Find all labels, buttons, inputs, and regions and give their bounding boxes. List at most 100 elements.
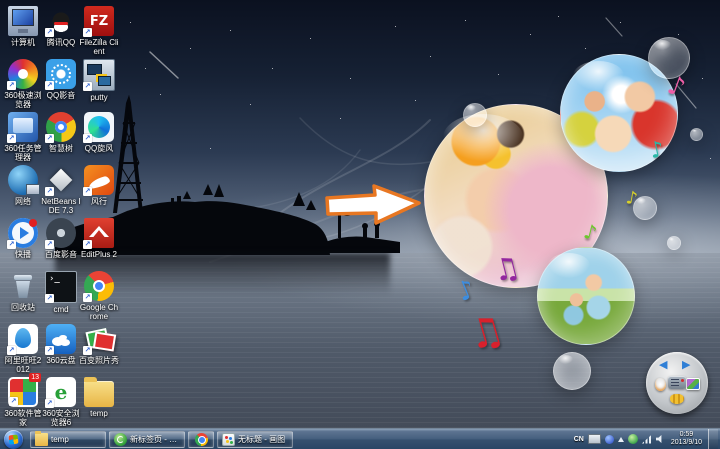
icon-label: cmd [41, 305, 81, 314]
gallery-icon[interactable] [686, 378, 700, 390]
shortcut-arrow-icon: ↗ [45, 240, 54, 249]
wangwang-icon: ↗ [8, 324, 38, 354]
task-manager-icon: ↗ [8, 112, 38, 142]
cmd-icon: ↗ [45, 271, 77, 303]
icon-label: 百变照片秀 [79, 356, 119, 365]
desktop-icon-chrome[interactable]: ↗Google Chrome [81, 271, 117, 321]
shortcut-arrow-icon: ↗ [7, 346, 16, 355]
taskbar-button-se360-small[interactable]: 新标签页 - 360安... [109, 431, 185, 448]
qq-icon: ↗ [46, 6, 76, 36]
filezilla-icon: ↗ [84, 6, 114, 36]
icon-label: 回收站 [3, 303, 43, 312]
icon-label: putty [79, 93, 119, 102]
shortcut-arrow-icon: ↗ [83, 240, 92, 249]
previous-arrow-icon[interactable]: ◀ [659, 360, 667, 371]
start-button[interactable] [4, 430, 23, 449]
desktop-icon-cmd[interactable]: ↗ cmd [43, 271, 79, 314]
shortcut-arrow-icon: ↗ [7, 134, 16, 143]
desktop-icon-photo-show[interactable]: ↗百变照片秀 [81, 324, 117, 365]
desktop-icon-folder[interactable]: temp [81, 377, 117, 418]
im-icon[interactable] [605, 435, 614, 444]
tray-clock[interactable]: 0:59 2013/9/10 [671, 431, 702, 447]
system-tray: CN 0:59 2013/9/10 [574, 429, 720, 449]
icon-label: 智慧树 [41, 144, 81, 153]
keyboard-icon[interactable] [588, 434, 601, 444]
shortcut-arrow-icon: ↗ [45, 187, 54, 196]
desktop-icon-qq-xuanfeng[interactable]: ↗QQ旋风 [81, 112, 117, 153]
chrome-icon: ↗ [84, 271, 114, 301]
desktop-icon-computer[interactable]: 计算机 [5, 6, 41, 47]
icon-label: 快播 [3, 250, 43, 259]
shortcut-arrow-icon: ↗ [45, 346, 54, 355]
desktop-icon-task-manager[interactable]: ↗360任务管理器 [5, 112, 41, 162]
taskbar-button-paint-small[interactable]: 无标题 - 画图 [217, 431, 293, 448]
icon-label: NetBeans IDE 7.3 [41, 197, 81, 215]
qvod-icon: ↗ [8, 218, 38, 248]
icon-label: QQ影音 [41, 91, 81, 100]
desktop-icon-zhihuishu[interactable]: ↗智慧树 [43, 112, 79, 153]
desktop-icon-cloud-360[interactable]: ↗360云盘 [43, 324, 79, 365]
empty-bubble [690, 128, 703, 141]
icon-label: 风行 [79, 197, 119, 206]
putty-icon: ↗ [83, 59, 115, 91]
folder-icon [84, 381, 114, 407]
desktop-icon-wangwang[interactable]: ↗阿里旺旺2012 [5, 324, 41, 374]
empty-bubble [553, 352, 591, 390]
network-icon[interactable] [642, 435, 652, 444]
taskbar-button-label: 无标题 - 画图 [238, 434, 285, 445]
desktop-icon-se-360[interactable]: ↗360安全浏览器6 [43, 377, 79, 427]
netbeans-icon: ↗ [46, 165, 76, 195]
icon-label: 360云盘 [41, 356, 81, 365]
desktop-icon-putty[interactable]: ↗ putty [81, 59, 117, 102]
desktop-icon-recycle-bin[interactable]: 回收站 [5, 271, 41, 312]
wallpaper-switcher-gadget[interactable]: ◀ ▶ [646, 352, 708, 414]
desktop-icon-editplus[interactable]: ↗EditPlus 2 [81, 218, 117, 259]
shortcut-arrow-icon: ↗ [45, 134, 54, 143]
shortcut-arrow-icon: ↗ [83, 293, 92, 302]
soft-manager-icon: ↗ [8, 377, 38, 407]
hidden-arrow-icon[interactable] [618, 437, 624, 442]
show-desktop-button[interactable] [708, 429, 718, 449]
clock-time: 0:59 [671, 431, 702, 439]
desktop-icon-filezilla[interactable]: ↗FileZilla Client [81, 6, 117, 56]
icon-label: Google Chrome [79, 303, 119, 321]
language-indicator[interactable]: CN [574, 436, 584, 443]
shortcut-arrow-icon: ↗ [83, 82, 92, 91]
shortcut-arrow-icon: ↗ [7, 81, 16, 90]
se-360-icon: ↗ [46, 377, 76, 407]
desktop-icon-baidu-player[interactable]: ↗百度影音 [43, 218, 79, 259]
empty-bubble [667, 236, 681, 250]
icon-label: 计算机 [3, 38, 43, 47]
se360-small-icon [114, 433, 127, 446]
desktop-icon-network[interactable]: 网络 [5, 165, 41, 206]
desktop-icon-netbeans[interactable]: ↗NetBeans IDE 7.3 [43, 165, 79, 215]
volume-icon[interactable] [656, 435, 665, 444]
taskbar-button-chrome-small[interactable] [188, 431, 214, 448]
hand-pointer-icon[interactable] [655, 378, 666, 391]
shortcut-arrow-icon: ↗ [45, 399, 54, 408]
desktop-icon-speed-browser[interactable]: ↗360极速浏览器 [5, 59, 41, 109]
taskbar-buttons: temp 新标签页 - 360安... 无标题 - 画图 [30, 429, 293, 449]
desktop-icon-qvod[interactable]: ↗ 快播 [5, 218, 41, 259]
desktop-icon-soft-manager[interactable]: ↗ 360软件管家 [5, 377, 41, 427]
desktop-icon-qq-player[interactable]: ↗QQ影音 [43, 59, 79, 100]
shortcut-arrow-icon: ↗ [83, 28, 92, 37]
desktop-icon-qq[interactable]: ↗腾讯QQ [43, 6, 79, 47]
shortcut-arrow-icon: ↗ [45, 294, 54, 303]
safety-360-icon[interactable] [628, 434, 638, 444]
photo-bubble-kids-in-field [537, 247, 635, 345]
icon-label: EditPlus 2 [79, 250, 119, 259]
shortcut-arrow-icon: ↗ [45, 81, 54, 90]
taskbar-button-label: temp [51, 435, 69, 444]
taskbar-button-folder-small[interactable]: temp [30, 431, 106, 448]
shell-icon[interactable] [670, 394, 684, 404]
speed-browser-icon: ↗ [8, 59, 38, 89]
icon-label: 百度影音 [41, 250, 81, 259]
annotation-arrow [323, 180, 423, 235]
funshion-icon: ↗ [84, 165, 114, 195]
desktop-icon-funshion[interactable]: ↗ 风行 [81, 165, 117, 206]
next-arrow-icon[interactable]: ▶ [682, 360, 690, 371]
icon-label: 360软件管家 [3, 409, 43, 427]
taskbar: temp 新标签页 - 360安... 无标题 - 画图 CN 0:59 2013/… [0, 428, 720, 449]
gadget-menu-button[interactable] [668, 376, 686, 389]
